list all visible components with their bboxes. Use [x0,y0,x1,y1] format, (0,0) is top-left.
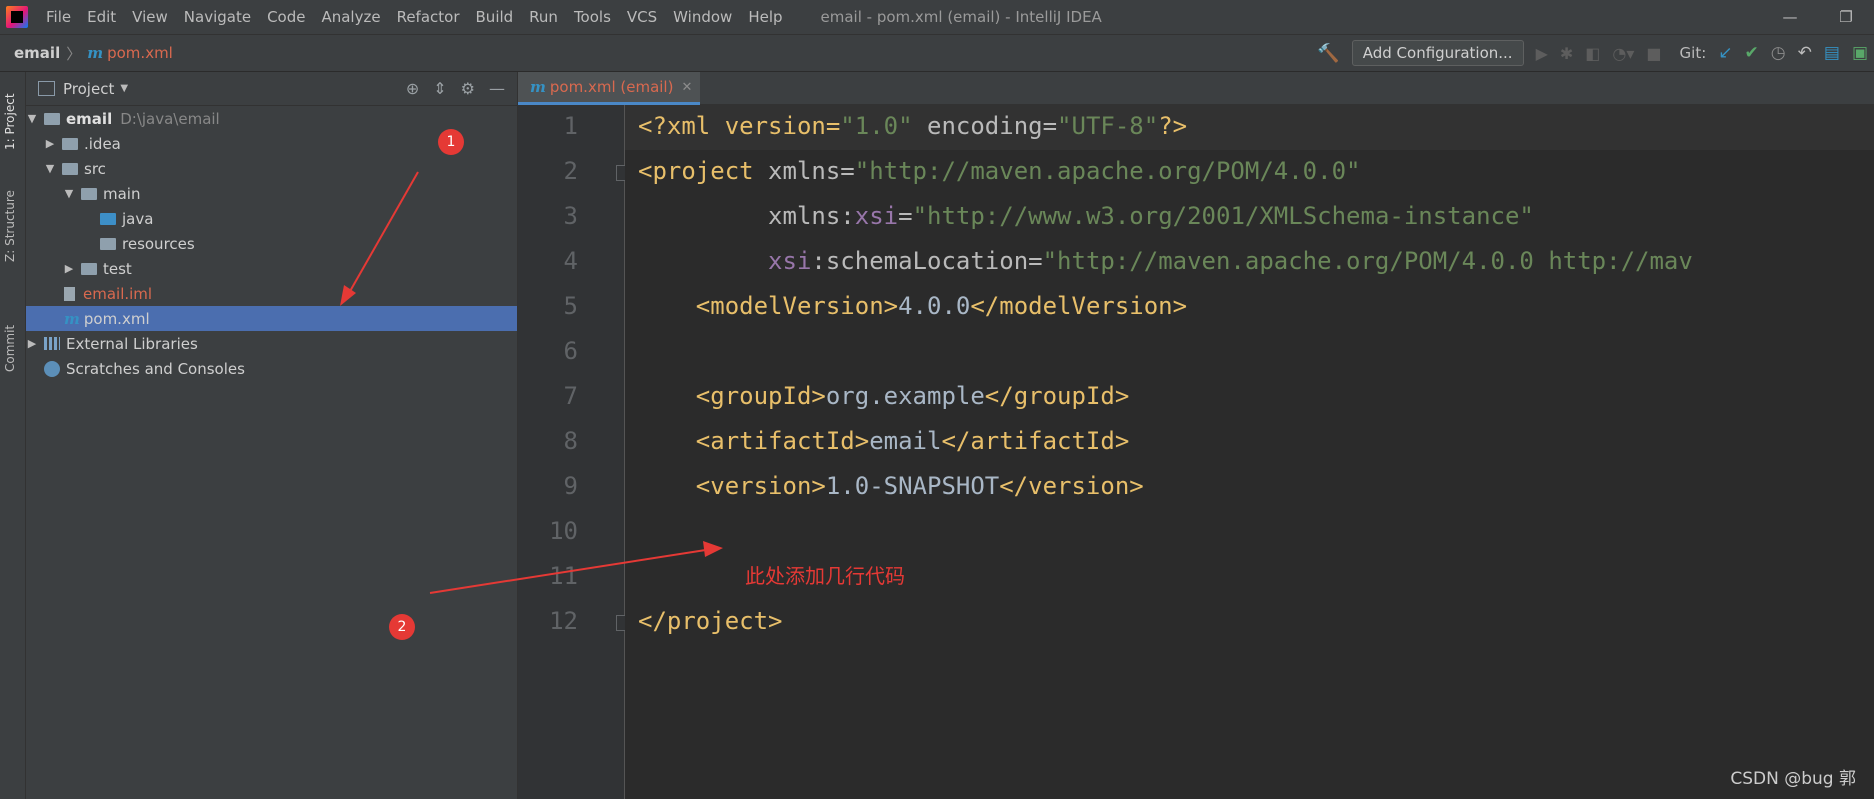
arrow-1 [340,171,419,306]
annotation-arrows [340,171,723,594]
watermark: CSDN @bug 郭 [1730,769,1856,789]
arrow-2 [429,541,723,594]
annotation-note: 此处添加几行代码 [745,564,905,588]
annotation-badge-2: 2 [389,614,415,640]
annotation-badge-1: 1 [438,129,464,155]
